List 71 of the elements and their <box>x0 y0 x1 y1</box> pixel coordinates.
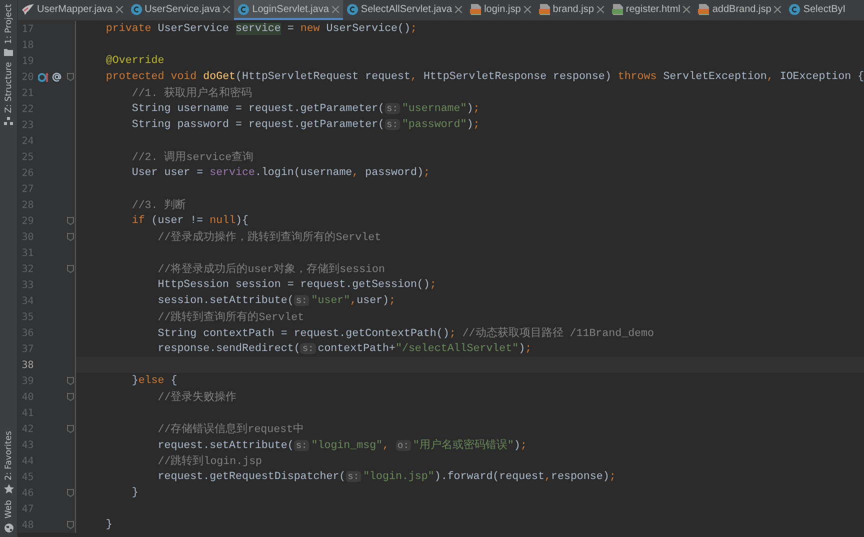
code-line: String username = request.getParameter( s: "username"); <box>132 103 480 115</box>
code-line: private UserService service = new UserService(); <box>106 23 417 35</box>
fold-marker-icon[interactable] <box>66 233 74 241</box>
code-line: //3. 判断 <box>132 200 186 212</box>
structure-icon <box>4 117 13 125</box>
bird-icon <box>22 4 34 14</box>
fold-marker-icon[interactable] <box>66 265 74 273</box>
editor-tab[interactable]: register.html <box>608 0 694 20</box>
code-line: }else { <box>132 375 178 387</box>
code-line: @Override <box>106 55 164 67</box>
editor-tab[interactable]: brand.jsp <box>534 0 608 20</box>
globe-icon <box>4 523 14 533</box>
code-line: session.setAttribute( s: "user",user); <box>158 295 396 307</box>
fold-marker-icon[interactable] <box>66 73 74 81</box>
fold-marker-icon[interactable] <box>66 217 74 225</box>
code-line: HttpSession session = request.getSession(); <box>158 279 436 291</box>
tool-window-button[interactable]: 2: Favorites <box>4 431 14 480</box>
code-line: String password = request.getParameter( s: "password"); <box>132 119 480 131</box>
star-icon <box>4 484 14 494</box>
code-line: String contextPath = request.getContextPath(); //动态获取项目路径 /11Brand_demo <box>158 328 654 340</box>
code-line: //登录失败操作 <box>158 392 237 404</box>
close-icon[interactable] <box>223 6 230 12</box>
jsp-file-icon <box>538 4 550 14</box>
class-icon <box>346 4 358 14</box>
fold-marker-icon[interactable] <box>66 489 74 497</box>
code-line: //1. 获取用户名和密码 <box>132 88 252 100</box>
class-icon <box>238 4 250 14</box>
code-line: request.getRequestDispatcher( s: "login.jsp").forward(request,response); <box>158 471 616 483</box>
html-file-icon <box>612 4 623 14</box>
class-icon <box>130 4 142 14</box>
tool-window-button[interactable]: 1: Project <box>4 4 14 44</box>
code-line: //存储错误信息到request中 <box>158 424 304 436</box>
editor-tab[interactable]: SelectByI <box>785 0 850 20</box>
code-line: } <box>106 519 112 531</box>
jsp-file-icon <box>470 4 482 14</box>
editor-tab[interactable]: UserMapper.java <box>18 0 127 20</box>
code-line: //跳转到login.jsp <box>158 456 262 468</box>
code-line: User user = service.login(username, password); <box>132 167 430 179</box>
override-method-icon[interactable] <box>38 72 50 82</box>
editor-tab[interactable]: LoginServlet.java <box>234 0 343 20</box>
code-line: //将登录成功后的user对象，存储到session <box>158 264 385 276</box>
code-line: //2. 调用service查询 <box>132 152 254 164</box>
code-line: request.setAttribute( s: "login_msg", o: "用户名或密码错误"); <box>158 440 527 452</box>
tool-window-button[interactable]: Web <box>4 500 14 519</box>
editor-tab[interactable]: UserService.java <box>126 0 234 20</box>
editor-tab[interactable]: login.jsp <box>466 0 535 20</box>
at-sign-icon[interactable] <box>52 72 62 82</box>
line-number: 38 <box>20 360 34 370</box>
fold-marker-icon[interactable] <box>66 393 74 401</box>
tool-window-button[interactable]: Z: Structure <box>4 62 14 113</box>
jsp-file-icon <box>698 4 710 14</box>
code-line: if (user != null){ <box>132 215 249 227</box>
editor-tab[interactable]: SelectAllServlet.java <box>342 0 466 20</box>
fold-marker-icon[interactable] <box>66 377 74 385</box>
code-line: } <box>132 487 138 499</box>
fold-marker-icon[interactable] <box>66 425 74 433</box>
close-icon[interactable] <box>774 6 782 12</box>
folder-icon <box>4 48 13 56</box>
code-line: //跳转到查询所有的Servlet <box>158 312 304 324</box>
close-icon[interactable] <box>524 6 531 12</box>
code-line: //登录成功操作，跳转到查询所有的Servlet <box>158 232 382 244</box>
editor-tab[interactable]: addBrand.jsp <box>694 0 786 20</box>
close-icon[interactable] <box>455 6 462 12</box>
class-icon <box>789 4 800 14</box>
code-line: response.sendRedirect( s: contextPath+"/selectAllServlet"); <box>158 343 532 355</box>
close-icon[interactable] <box>596 6 604 12</box>
close-icon[interactable] <box>116 6 123 12</box>
close-icon[interactable] <box>683 6 690 12</box>
fold-marker-icon[interactable] <box>66 521 74 529</box>
close-icon[interactable] <box>332 6 339 12</box>
code-line: protected void doGet(HttpServletRequest request, HttpServletResponse response) throws ServletException, IOException { <box>106 71 864 83</box>
